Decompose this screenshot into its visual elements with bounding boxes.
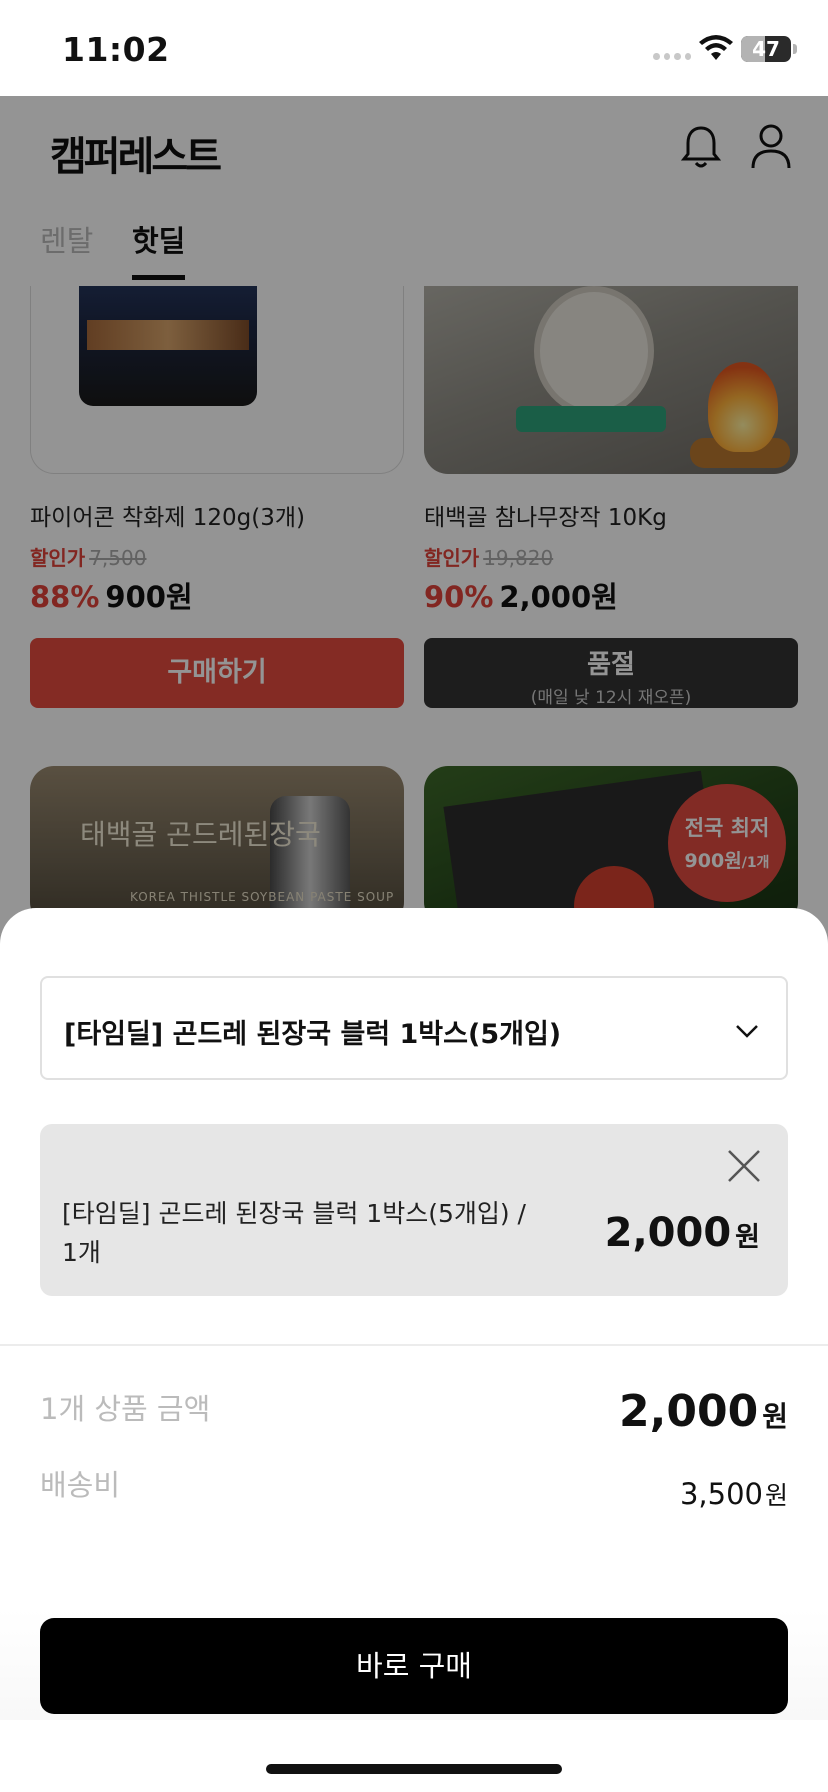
- cellular-signal-icon: [653, 53, 691, 61]
- battery-percent: 47: [752, 37, 780, 61]
- shipping-fee-value: 3,500원: [680, 1476, 788, 1512]
- shipping-fee-unit: 원: [764, 1481, 788, 1510]
- status-bar: 11:02 47: [0, 0, 828, 96]
- shipping-fee-row: 배송비 3,500원: [40, 1462, 788, 1512]
- divider: [0, 1344, 828, 1346]
- shipping-fee-label: 배송비: [40, 1468, 121, 1502]
- selected-item-price: 2,000 원: [605, 1210, 760, 1256]
- purchase-bottom-sheet: [타임딜] 곤드레 된장국 블럭 1박스(5개입) [타임딜] 곤드레 된장국 …: [0, 908, 828, 1792]
- battery-icon: 47: [741, 36, 791, 62]
- shipping-fee-number: 3,500: [679, 1477, 763, 1511]
- home-indicator: [266, 1764, 562, 1774]
- option-dropdown[interactable]: [타임딜] 곤드레 된장국 블럭 1박스(5개입): [40, 976, 788, 1080]
- status-time: 11:02: [62, 30, 170, 69]
- selected-item-name: [타임딜] 곤드레 된장국 블럭 1박스(5개입) / 1개: [62, 1199, 526, 1267]
- product-amount-value: 2,000 원: [619, 1386, 788, 1437]
- battery-tip: [793, 44, 797, 54]
- wifi-icon: [699, 35, 733, 60]
- chevron-down-icon: [736, 1025, 758, 1038]
- option-selected-value: [타임딜] 곤드레 된장국 블럭 1박스(5개입): [64, 1019, 562, 1050]
- product-amount-number: 2,000: [619, 1386, 759, 1437]
- buy-now-button[interactable]: 바로 구매: [40, 1618, 788, 1714]
- selected-option-item: [타임딜] 곤드레 된장국 블럭 1박스(5개입) / 1개 2,000 원: [40, 1124, 788, 1296]
- product-amount-label: 1개 상품 금액: [40, 1392, 211, 1426]
- selected-item-price-value: 2,000: [604, 1210, 732, 1256]
- selected-item-price-unit: 원: [735, 1222, 760, 1253]
- product-amount-unit: 원: [762, 1400, 788, 1433]
- close-icon[interactable]: [726, 1148, 762, 1184]
- product-amount-row: 1개 상품 금액 2,000 원: [40, 1386, 788, 1446]
